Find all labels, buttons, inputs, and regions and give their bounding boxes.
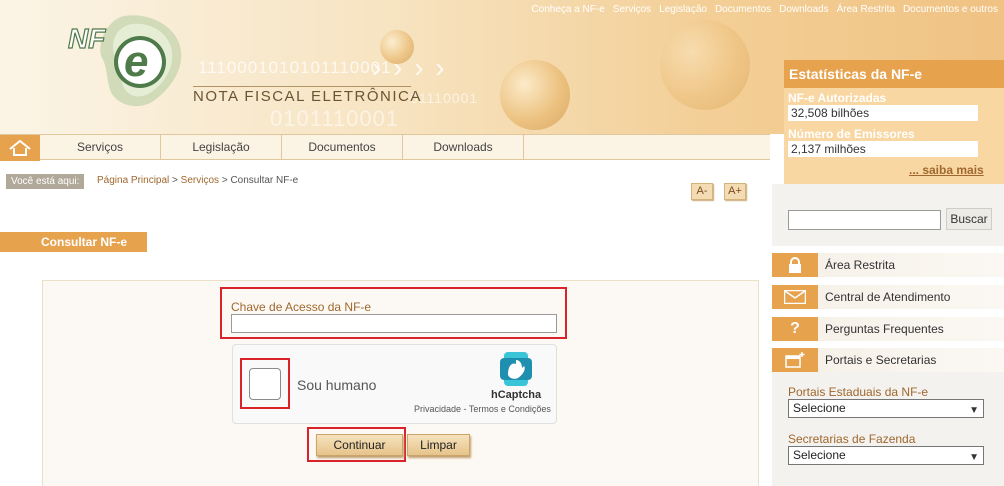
stat-emissores-value: 2,137 milhões [788, 141, 978, 157]
top-link-legislacao[interactable]: Legislação [659, 4, 707, 15]
breadcrumb-label: Você está aqui: [6, 174, 85, 189]
hcaptcha-logo-icon [500, 352, 532, 386]
hcaptcha-brand: hCaptcha [491, 389, 542, 401]
breadcrumb: Página Principal > Serviços > Consultar … [97, 175, 298, 186]
main-nav: Serviços Legislação Documentos Downloads [0, 134, 770, 161]
search-input[interactable] [788, 210, 941, 230]
stat-autorizadas-label: NF-e Autorizadas [788, 91, 887, 105]
svg-text:NF: NF [68, 23, 106, 54]
secretarias-fazenda-select[interactable]: Selecione ▼ [788, 446, 984, 465]
breadcrumb-current: Consultar NF-e [230, 175, 299, 186]
svg-text:e: e [124, 37, 148, 86]
envelope-icon [772, 285, 818, 309]
select-value: Selecione [793, 401, 846, 415]
decor-binary: 1110001010101110001 [198, 58, 392, 77]
top-link-downloads[interactable]: Downloads [779, 4, 828, 15]
hcaptcha-links: Privacidade - Termos e Condições [414, 404, 551, 414]
decor-binary: 0101110001 [270, 106, 400, 131]
breadcrumb-home[interactable]: Página Principal [97, 175, 169, 186]
top-link-conheca[interactable]: Conheça a NF-e [531, 4, 604, 15]
nfe-logo[interactable]: NF e [62, 10, 192, 110]
font-increase-button[interactable]: A+ [724, 183, 746, 200]
select-value: Selecione [793, 448, 846, 462]
brand-divider [193, 86, 411, 87]
nav-item-legislacao[interactable]: Legislação [161, 135, 282, 159]
decor-orb [660, 20, 750, 110]
continuar-button[interactable]: Continuar [316, 434, 403, 456]
search-button[interactable]: Buscar [946, 208, 992, 230]
side-menu-label: Perguntas Frequentes [825, 322, 944, 336]
stat-emissores-label: Número de Emissores [788, 127, 915, 141]
chave-label: Chave de Acesso da NF-e [231, 300, 372, 314]
question-icon: ? [772, 317, 818, 341]
side-menu-portais-secretarias[interactable]: Portais e Secretarias [772, 348, 1004, 372]
limpar-button[interactable]: Limpar [407, 434, 470, 456]
breadcrumb-separator: > [172, 175, 181, 186]
hcaptcha-terms-link[interactable]: Termos e Condições [469, 404, 551, 414]
top-links: Conheça a NF-e Serviços Legislação Docum… [531, 4, 998, 15]
home-icon [9, 139, 31, 156]
page: › › › › 1110001010101110001 01110001 010… [0, 0, 1004, 486]
side-menu-area-restrita[interactable]: Área Restrita [772, 253, 1004, 277]
chevron-down-icon: ▼ [969, 452, 979, 463]
top-link-documentos[interactable]: Documentos [715, 4, 771, 15]
captcha-checkbox[interactable] [249, 368, 281, 400]
page-title: Consultar NF-e [0, 232, 147, 252]
hcaptcha-privacy-link[interactable]: Privacidade [414, 404, 461, 414]
nav-item-downloads[interactable]: Downloads [403, 135, 524, 159]
saiba-mais-link[interactable]: ... saiba mais [909, 163, 984, 177]
breadcrumb-servicos[interactable]: Serviços [181, 175, 219, 186]
home-button[interactable] [0, 135, 40, 161]
top-link-area-restrita[interactable]: Área Restrita [837, 4, 895, 15]
portais-estaduais-label: Portais Estaduais da NF-e [788, 385, 929, 399]
chave-input[interactable] [231, 314, 557, 333]
chevron-down-icon: ▼ [969, 405, 979, 416]
lock-icon [772, 253, 818, 277]
nav-item-servicos[interactable]: Serviços [40, 135, 161, 159]
side-menu-perguntas-frequentes[interactable]: ? Perguntas Frequentes [772, 317, 1004, 341]
top-link-documentos-outros[interactable]: Documentos e outros [903, 4, 998, 15]
side-menu-label: Área Restrita [825, 258, 896, 272]
brand-title: NOTA FISCAL ELETRÔNICA [193, 88, 422, 105]
portais-estaduais-select[interactable]: Selecione ▼ [788, 399, 984, 418]
side-menu-label: Portais e Secretarias [825, 353, 937, 367]
stats-title: Estatísticas da NF-e [784, 60, 1004, 88]
hcaptcha-link-separator: - [461, 404, 469, 414]
top-link-servicos[interactable]: Serviços [613, 4, 651, 15]
font-decrease-button[interactable]: A- [691, 183, 713, 200]
decor-orb [500, 60, 570, 130]
stat-autorizadas-value: 32,508 bilhões [788, 105, 978, 121]
window-add-icon [772, 348, 818, 372]
captcha-label: Sou humano [297, 377, 377, 393]
side-menu-central-atendimento[interactable]: Central de Atendimento [772, 285, 1004, 309]
nav-item-documentos[interactable]: Documentos [282, 135, 403, 159]
side-menu-label: Central de Atendimento [825, 290, 951, 304]
secretarias-fazenda-label: Secretarias de Fazenda [788, 432, 916, 446]
